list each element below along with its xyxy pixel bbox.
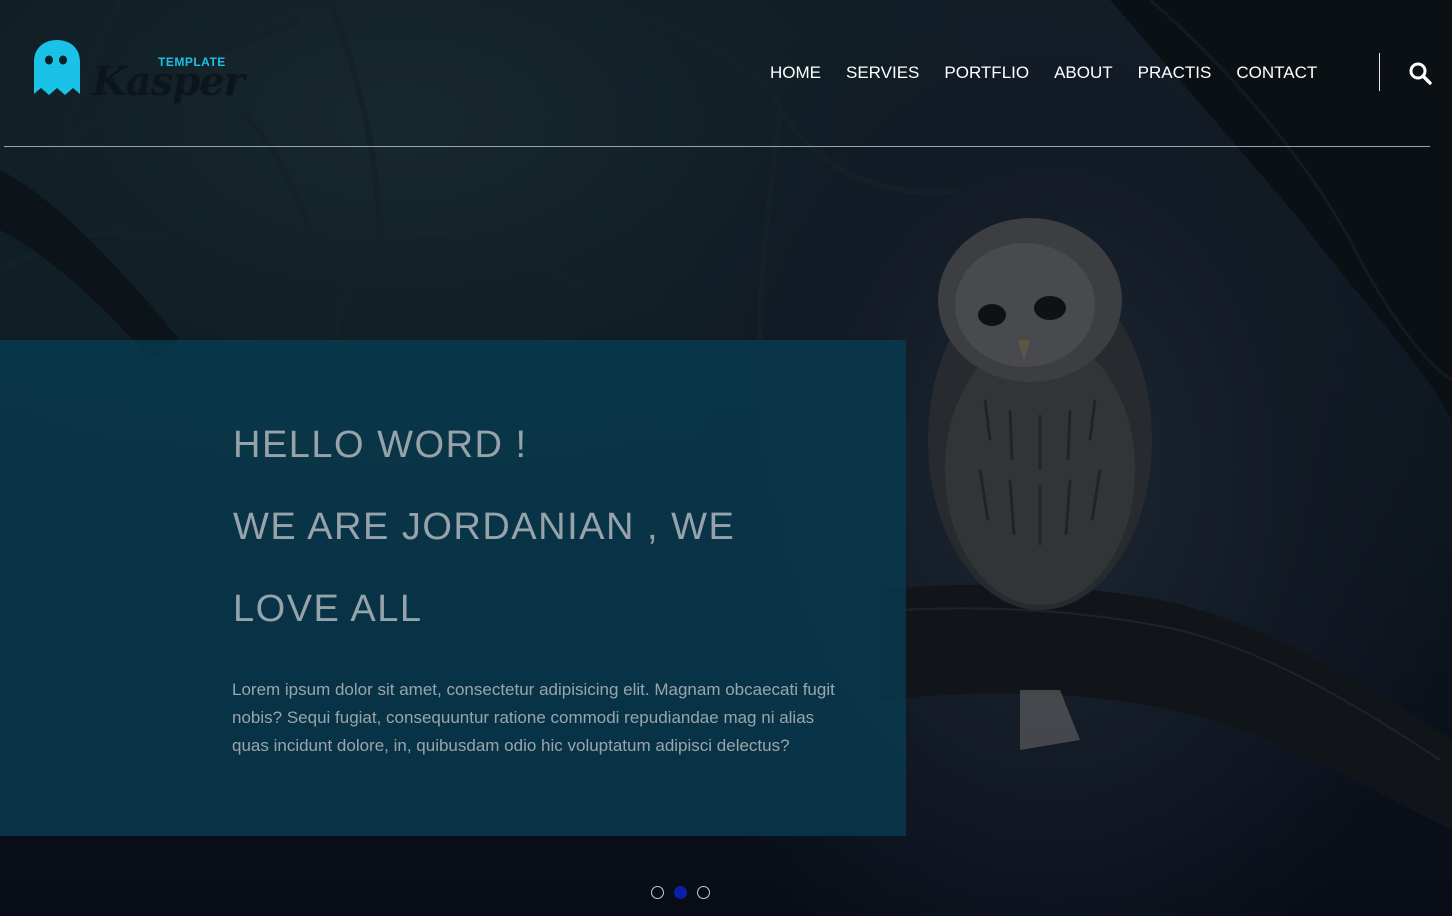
slider-dot-3[interactable] (697, 886, 710, 899)
hero-headline: HELLO WORD ! WE ARE JORDANIAN , WE LOVE … (233, 404, 873, 650)
nav-home[interactable]: HOME (770, 63, 821, 83)
ghost-logo-icon (34, 40, 80, 95)
nav-about[interactable]: ABOUT (1054, 63, 1113, 83)
nav-contact[interactable]: CONTACT (1236, 63, 1317, 83)
slider-dot-1[interactable] (651, 886, 664, 899)
logo[interactable]: Kasper TEMPLATE (32, 38, 245, 108)
logo-tagline: TEMPLATE (158, 55, 226, 69)
hero-section: Kasper TEMPLATE HOME SERVIES PORTFLIO AB… (0, 0, 1452, 916)
main-nav: HOME SERVIES PORTFLIO ABOUT PRACTIS CONT… (770, 60, 1342, 86)
search-icon[interactable] (1408, 61, 1432, 85)
headline-line-1: HELLO WORD ! (233, 424, 528, 466)
headline-line-2: WE ARE JORDANIAN , WE (233, 506, 736, 548)
hero-description: Lorem ipsum dolor sit amet, consectetur … (232, 680, 835, 755)
headline-line-3: LOVE ALL (233, 588, 423, 630)
nav-services[interactable]: SERVIES (846, 63, 919, 83)
nav-practis[interactable]: PRACTIS (1138, 63, 1212, 83)
slider-dots (651, 886, 720, 899)
slider-dot-2[interactable] (674, 886, 687, 899)
nav-divider (1379, 53, 1380, 91)
header-divider (4, 146, 1430, 147)
nav-portfolio[interactable]: PORTFLIO (944, 63, 1029, 83)
